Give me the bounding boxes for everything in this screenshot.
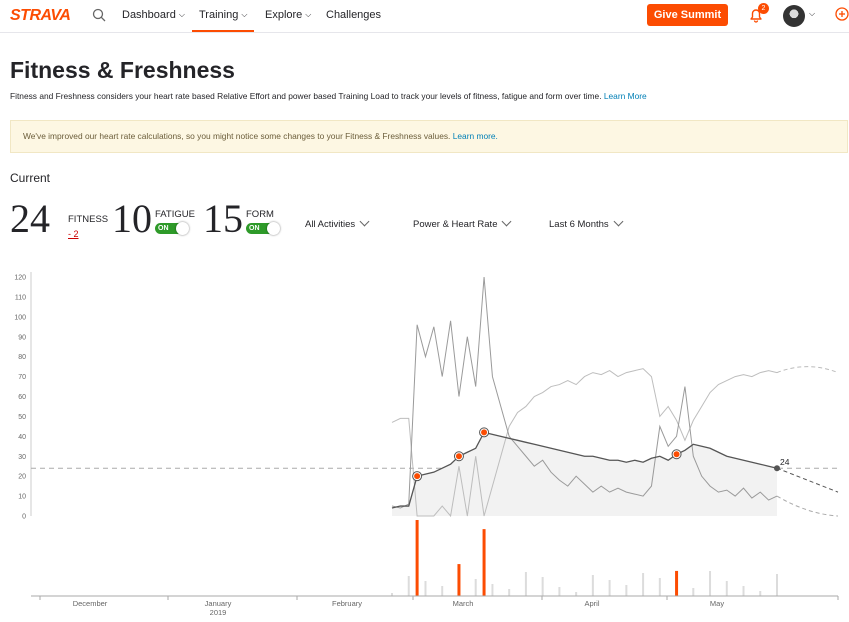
y-tick-label: 80 xyxy=(18,354,26,361)
effort-bar xyxy=(725,581,728,596)
projection-line xyxy=(776,467,839,493)
y-tick-label: 60 xyxy=(18,394,26,401)
y-tick-label: 50 xyxy=(18,414,26,421)
effort-bar xyxy=(742,586,745,596)
effort-bar xyxy=(575,592,578,596)
effort-bar-highlight xyxy=(415,520,419,596)
y-tick-label: 70 xyxy=(18,374,26,381)
highlight-marker-dot xyxy=(673,451,680,458)
x-tick-label: May xyxy=(710,599,724,608)
effort-bar xyxy=(441,586,444,596)
y-tick-label: 120 xyxy=(14,275,26,282)
fitness-area xyxy=(392,432,777,516)
y-tick-label: 20 xyxy=(18,474,26,481)
y-tick-label: 110 xyxy=(15,294,26,301)
x-tick-label: March xyxy=(453,599,474,608)
y-tick-label: 100 xyxy=(14,314,26,321)
fitness-chart[interactable]: 0 10 20 30 40 50 60 70 80 90 100 110 120 24 December Ja… xyxy=(0,0,849,622)
y-tick-label: 0 xyxy=(22,514,26,521)
effort-bar xyxy=(558,587,561,596)
effort-bar-highlight xyxy=(457,564,461,596)
x-tick-label: February xyxy=(332,599,362,608)
effort-bar xyxy=(424,581,427,596)
effort-bar xyxy=(524,572,527,596)
effort-bar xyxy=(642,573,645,596)
effort-bar xyxy=(658,578,661,596)
x-tick-sublabel: 2019 xyxy=(210,608,227,617)
effort-bar xyxy=(709,571,712,596)
effort-bar xyxy=(692,588,695,596)
x-tick-label: April xyxy=(584,599,599,608)
projection-line xyxy=(776,366,839,374)
effort-bar-highlight xyxy=(675,570,679,596)
effort-bar xyxy=(491,584,494,596)
effort-bar xyxy=(759,591,762,596)
effort-bar xyxy=(474,579,477,596)
effort-bar xyxy=(407,576,410,596)
effort-bar xyxy=(608,580,611,596)
y-tick-label: 40 xyxy=(18,434,26,441)
highlight-marker-dot xyxy=(481,429,488,436)
effort-bar xyxy=(776,574,778,596)
y-tick-label: 90 xyxy=(18,334,26,341)
effort-bar-highlight xyxy=(482,529,486,596)
highlight-marker-dot xyxy=(455,453,462,460)
effort-bar xyxy=(591,575,594,596)
projection-line xyxy=(776,495,839,517)
current-value-label: 24 xyxy=(780,457,790,467)
effort-bar xyxy=(625,585,628,596)
effort-bar xyxy=(541,577,544,596)
x-tick-label: December xyxy=(73,599,108,608)
x-tick-label: January xyxy=(205,599,232,608)
effort-bar xyxy=(508,589,511,596)
highlight-marker-dot xyxy=(414,473,421,480)
y-tick-label: 30 xyxy=(18,454,26,461)
y-tick-label: 10 xyxy=(18,494,26,501)
